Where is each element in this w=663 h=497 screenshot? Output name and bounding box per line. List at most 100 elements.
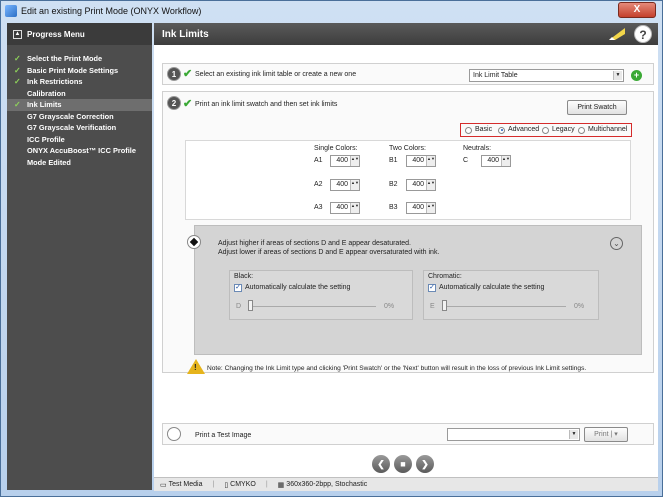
- status-resolution: 360x360-2bpp, Stochastic: [286, 481, 368, 488]
- b1-input[interactable]: 400 ▲▼: [406, 155, 436, 167]
- black-auto-checkbox[interactable]: ✓: [234, 284, 242, 292]
- a2-input[interactable]: 400 ▲▼: [330, 179, 360, 191]
- black-title: Black:: [234, 273, 254, 280]
- collapse-icon: ▲: [13, 29, 22, 39]
- diamond-icon[interactable]: [187, 235, 201, 249]
- c-input[interactable]: 400 ▲▼: [481, 155, 511, 167]
- b2-label: B2: [389, 181, 398, 188]
- ink-limit-table-dropdown[interactable]: Ink Limit Table ▼: [469, 69, 624, 82]
- sidebar-item-label: G7 Grayscale Verification: [27, 123, 117, 132]
- sidebar-item[interactable]: G7 Grayscale Verification: [7, 122, 152, 134]
- sidebar-item-label: Ink Restrictions: [27, 77, 83, 86]
- spinner-arrows-icon[interactable]: ▲▼: [426, 156, 435, 166]
- b1-value: 400: [412, 157, 424, 164]
- black-slider-track[interactable]: [248, 306, 376, 307]
- radio-advanced-label: Advanced: [508, 126, 540, 133]
- sidebar-item[interactable]: ✓ Select the Print Mode: [7, 53, 152, 65]
- a3-input[interactable]: 400 ▲▼: [330, 202, 360, 214]
- page-header: Ink Limits ?: [154, 23, 658, 45]
- a1-value: 400: [336, 157, 348, 164]
- page-title: Ink Limits: [162, 28, 209, 40]
- b3-input[interactable]: 400 ▲▼: [406, 202, 436, 214]
- status-divider: |: [265, 481, 268, 488]
- status-divider: |: [212, 481, 215, 488]
- sidebar-item[interactable]: ✓ Ink Restrictions: [7, 76, 152, 88]
- b3-value: 400: [412, 204, 424, 211]
- sidebar-item-label: Basic Print Mode Settings: [27, 65, 119, 75]
- sidebar-item[interactable]: ICC Profile: [7, 134, 152, 146]
- adjust-line-1: Adjust higher if areas of sections D and…: [218, 240, 412, 247]
- progress-menu-header[interactable]: ▲ Progress Menu: [7, 23, 152, 45]
- single-colors-header: Single Colors:: [314, 145, 358, 152]
- sidebar-item-label: Mode Edited: [27, 157, 71, 167]
- radio-legacy-label: Legacy: [552, 126, 575, 133]
- check-icon: ✓: [14, 65, 21, 75]
- title-bar: Edit an existing Print Mode (ONYX Workfl…: [1, 1, 662, 21]
- chromatic-slider-thumb[interactable]: [442, 300, 447, 311]
- warning-icon: !: [187, 359, 205, 374]
- sidebar-item[interactable]: ✓ Basic Print Mode Settings: [7, 65, 152, 77]
- stop-icon[interactable]: ■: [394, 455, 412, 473]
- step1-text: Select an existing ink limit table or cr…: [195, 71, 357, 78]
- progress-menu-label: Progress Menu: [27, 29, 85, 39]
- chromatic-auto-label: Automatically calculate the setting: [439, 284, 545, 291]
- spinner-arrows-icon[interactable]: ▲▼: [426, 180, 435, 190]
- status-media: Test Media: [168, 481, 203, 488]
- print-swatch-button[interactable]: Print Swatch: [567, 100, 627, 115]
- chromatic-letter: E: [430, 303, 435, 310]
- spinner-arrows-icon[interactable]: ▲▼: [350, 180, 359, 190]
- next-icon[interactable]: ❯: [416, 455, 434, 473]
- black-value: 0%: [384, 303, 395, 310]
- sidebar-item[interactable]: G7 Grayscale Correction: [7, 111, 152, 123]
- spinner-arrows-icon[interactable]: ▲▼: [350, 203, 359, 213]
- sidebar-item[interactable]: Mode Edited: [7, 157, 152, 169]
- radio-legacy[interactable]: [542, 126, 549, 134]
- ink-limit-values: Single Colors: A1 400 ▲▼ A2 400 ▲▼ A3 400 ▲…: [185, 140, 631, 220]
- black-letter: D: [236, 303, 242, 310]
- chevron-down-icon: ▼: [613, 71, 622, 80]
- window-title: Edit an existing Print Mode (ONYX Workfl…: [21, 6, 202, 16]
- black-group: Black: ✓ Automatically calculate the set…: [229, 270, 413, 320]
- c-label: C: [463, 157, 469, 164]
- progress-sidebar: ▲ Progress Menu ✓ Select the Print Mode ✓ B…: [7, 23, 152, 490]
- step3-radio[interactable]: [167, 427, 181, 441]
- pencil-icon[interactable]: [608, 27, 626, 41]
- radio-basic[interactable]: [465, 126, 472, 134]
- radio-multichannel[interactable]: [578, 126, 585, 134]
- status-bar: ▭ Test Media | ▯ CMYKO | ▦ 360x360-2bpp,…: [154, 477, 658, 491]
- print-button[interactable]: Print | ▾: [584, 427, 628, 442]
- a3-value: 400: [336, 204, 348, 211]
- chevron-down-icon: ▼: [569, 430, 578, 439]
- check-icon: ✓: [14, 54, 21, 63]
- chromatic-auto-checkbox[interactable]: ✓: [428, 284, 436, 292]
- chromatic-value: 0%: [574, 303, 585, 310]
- sidebar-item-label: Ink Limits: [27, 100, 62, 109]
- sidebar-item[interactable]: Calibration: [7, 88, 152, 100]
- chromatic-slider-track[interactable]: [442, 306, 566, 307]
- radio-advanced[interactable]: [498, 126, 505, 134]
- spinner-arrows-icon[interactable]: ▲▼: [426, 203, 435, 213]
- media-icon: ▭: [160, 481, 167, 489]
- close-button[interactable]: X: [618, 2, 656, 18]
- a2-value: 400: [336, 181, 348, 188]
- black-slider-thumb[interactable]: [248, 300, 253, 311]
- black-auto-label: Automatically calculate the setting: [245, 284, 351, 291]
- test-image-dropdown[interactable]: ▼: [447, 428, 580, 441]
- chevron-down-icon[interactable]: ⌄: [610, 237, 623, 250]
- back-icon[interactable]: ❮: [372, 455, 390, 473]
- spinner-arrows-icon[interactable]: ▲▼: [501, 156, 510, 166]
- step3-panel: Print a Test Image ▼ Print | ▾: [162, 423, 654, 445]
- ink-limit-table-value: Ink Limit Table: [473, 72, 518, 79]
- b2-input[interactable]: 400 ▲▼: [406, 179, 436, 191]
- a1-input[interactable]: 400 ▲▼: [330, 155, 360, 167]
- sidebar-item[interactable]: ONYX AccuBoost™ ICC Profile: [7, 145, 152, 157]
- sidebar-item[interactable]: ✓ Ink Limits: [7, 99, 152, 111]
- sidebar-item-label: ICC Profile: [27, 134, 65, 144]
- spinner-arrows-icon[interactable]: ▲▼: [350, 156, 359, 166]
- help-icon[interactable]: ?: [634, 25, 652, 43]
- sidebar-item-label: Calibration: [27, 88, 66, 98]
- add-icon[interactable]: +: [631, 70, 642, 81]
- two-colors-header: Two Colors:: [389, 145, 426, 152]
- a1-label: A1: [314, 157, 323, 164]
- print-label: Print: [594, 431, 609, 438]
